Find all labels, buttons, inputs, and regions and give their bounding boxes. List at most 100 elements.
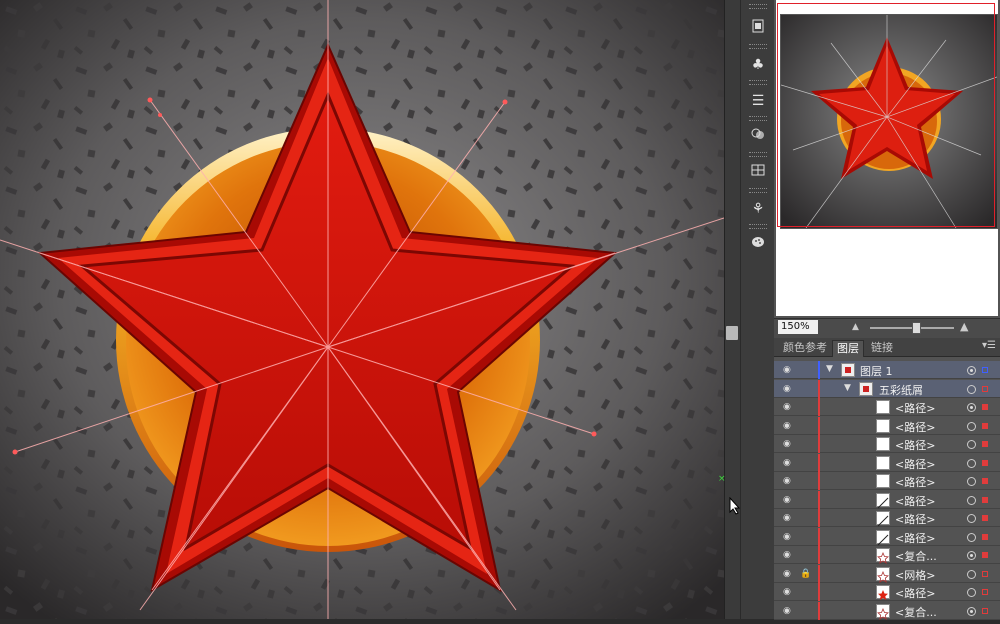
zoom-field[interactable]: 150% <box>778 320 818 334</box>
layer-color-bar <box>818 602 820 620</box>
navigator-thumbnail[interactable] <box>780 14 998 229</box>
selection-indicator[interactable] <box>982 386 988 392</box>
zoom-slider-knob[interactable] <box>912 322 921 334</box>
selection-indicator[interactable] <box>982 404 988 410</box>
layer-name[interactable]: 五彩纸屑 <box>879 382 923 398</box>
lines-icon[interactable]: ☰ <box>746 90 770 112</box>
layer-thumbnail <box>876 604 890 620</box>
club-icon[interactable]: ♣ <box>746 54 770 76</box>
layer-color-bar <box>818 546 820 564</box>
layer-name[interactable]: <路径> <box>895 493 935 509</box>
expand-triangle-icon[interactable]: ▼ <box>844 383 851 393</box>
layer-color-bar <box>818 380 820 398</box>
tab-layers[interactable]: 图层 <box>832 340 864 357</box>
target-circle-icon[interactable] <box>967 385 976 394</box>
visibility-eye-icon[interactable]: ◉ <box>783 477 795 486</box>
dock-grip[interactable] <box>749 152 767 157</box>
visibility-eye-icon[interactable]: ◉ <box>783 551 795 560</box>
layer-color-bar <box>818 509 820 527</box>
target-circle-icon[interactable] <box>967 459 976 468</box>
palette-icon[interactable] <box>746 234 770 256</box>
symbol-icon[interactable]: ⚘ <box>746 198 770 220</box>
dock-grip[interactable] <box>749 44 767 49</box>
artwork <box>0 0 724 619</box>
layer-name[interactable]: <路径> <box>895 400 935 416</box>
layer-color-bar <box>818 454 820 472</box>
layer-name[interactable]: <路径> <box>895 585 935 601</box>
target-circle-icon[interactable] <box>967 496 976 505</box>
selection-indicator[interactable] <box>982 589 988 595</box>
visibility-eye-icon[interactable]: ◉ <box>783 496 795 505</box>
visibility-eye-icon[interactable]: ◉ <box>783 440 795 449</box>
layer-name[interactable]: <网格> <box>895 567 935 583</box>
visibility-eye-icon[interactable]: ◉ <box>783 570 795 579</box>
selection-indicator[interactable] <box>982 460 988 466</box>
selection-indicator[interactable] <box>982 608 988 614</box>
layer-thumbnail <box>876 474 890 488</box>
layer-thumbnail <box>876 585 890 600</box>
selection-indicator[interactable] <box>982 367 988 373</box>
layer-thumbnail <box>859 382 873 396</box>
selection-indicator[interactable] <box>982 497 988 503</box>
layer-thumbnail <box>876 437 890 451</box>
layer-thumbnail <box>876 567 890 583</box>
layer-name[interactable]: <复合... <box>895 548 937 564</box>
visibility-eye-icon[interactable]: ◉ <box>783 385 795 394</box>
dock-grip[interactable] <box>749 80 767 85</box>
target-circle-icon[interactable] <box>967 570 976 579</box>
layer-color-bar <box>818 583 820 601</box>
visibility-eye-icon[interactable]: ◉ <box>783 514 795 523</box>
target-circle-icon[interactable] <box>967 440 976 449</box>
lock-icon[interactable]: 🔒 <box>800 569 812 579</box>
visibility-eye-icon[interactable]: ◉ <box>783 533 795 542</box>
expand-triangle-icon[interactable]: ▼ <box>826 364 833 374</box>
layer-name[interactable]: <路径> <box>895 419 935 435</box>
layer-name[interactable]: <路径> <box>895 437 935 453</box>
visibility-eye-icon[interactable]: ◉ <box>783 588 795 597</box>
circles-icon[interactable] <box>746 126 770 148</box>
visibility-eye-icon[interactable]: ◉ <box>783 607 795 616</box>
layer-name[interactable]: <路径> <box>895 456 935 472</box>
target-circle-icon[interactable] <box>967 533 976 542</box>
target-circle-icon[interactable] <box>967 607 976 616</box>
layer-name[interactable]: <路径> <box>895 530 935 546</box>
dock-grip[interactable] <box>749 116 767 121</box>
selection-indicator[interactable] <box>982 571 988 577</box>
layer-name[interactable]: <复合... <box>895 604 937 620</box>
target-circle-icon[interactable] <box>967 422 976 431</box>
visibility-eye-icon[interactable]: ◉ <box>783 459 795 468</box>
layer-color-bar <box>818 417 820 435</box>
dock-grip[interactable] <box>749 4 767 9</box>
selection-indicator[interactable] <box>982 478 988 484</box>
tab-color-guide[interactable]: 颜色参考 <box>779 340 831 356</box>
visibility-eye-icon[interactable]: ◉ <box>783 366 795 375</box>
tab-links[interactable]: 链接 <box>867 340 897 356</box>
target-circle-icon[interactable] <box>967 366 976 375</box>
target-circle-icon[interactable] <box>967 477 976 486</box>
panel-menu-icon[interactable]: ▾☰ <box>982 340 996 351</box>
scrollbar-thumb[interactable] <box>726 326 738 340</box>
layer-name[interactable]: <路径> <box>895 474 935 490</box>
panel-icon[interactable] <box>746 18 770 40</box>
selection-indicator[interactable] <box>982 441 988 447</box>
target-circle-icon[interactable] <box>967 551 976 560</box>
visibility-eye-icon[interactable]: ◉ <box>783 403 795 412</box>
selection-indicator[interactable] <box>982 423 988 429</box>
zoom-in-icon[interactable]: ▲ <box>960 320 968 333</box>
zoom-out-icon[interactable]: ▲ <box>852 322 859 332</box>
dock-grip[interactable] <box>749 224 767 229</box>
layer-name[interactable]: 图层 1 <box>860 363 893 379</box>
grid-icon[interactable] <box>746 162 770 184</box>
selection-indicator[interactable] <box>982 552 988 558</box>
dock-grip[interactable] <box>749 188 767 193</box>
selection-indicator[interactable] <box>982 534 988 540</box>
visibility-eye-icon[interactable]: ◉ <box>783 422 795 431</box>
target-circle-icon[interactable] <box>967 514 976 523</box>
layer-color-bar <box>818 565 820 583</box>
target-circle-icon[interactable] <box>967 403 976 412</box>
vertical-scrollbar[interactable] <box>724 0 741 619</box>
selection-indicator[interactable] <box>982 515 988 521</box>
target-circle-icon[interactable] <box>967 588 976 597</box>
layer-name[interactable]: <路径> <box>895 511 935 527</box>
artboard-canvas[interactable] <box>0 0 724 619</box>
